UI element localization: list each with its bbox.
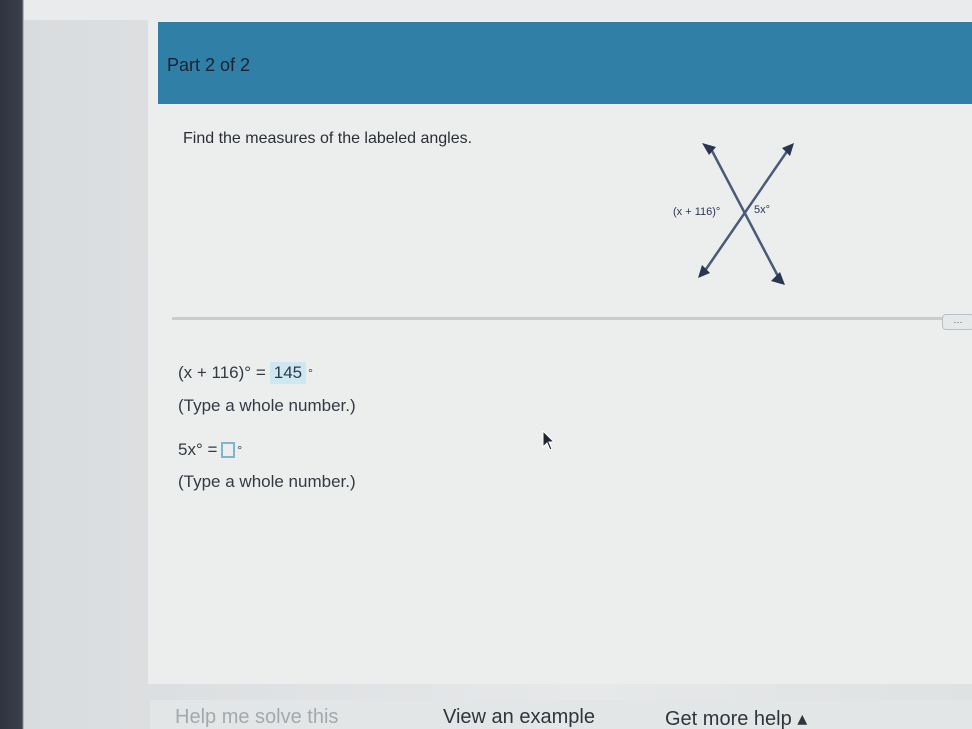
screen: Part 2 of 2 Find the measures of the lab… bbox=[0, 0, 972, 729]
get-more-help-button[interactable]: Get more help ▴ bbox=[665, 706, 807, 729]
degree-symbol-1: ° bbox=[308, 366, 313, 380]
intersecting-lines-figure: (x + 116)° 5x° bbox=[673, 143, 794, 285]
hint-2: (Type a whole number.) bbox=[178, 472, 356, 491]
view-example-link[interactable]: View an example bbox=[443, 706, 595, 729]
hint-1: (Type a whole number.) bbox=[178, 396, 356, 415]
mouse-cursor-icon bbox=[542, 430, 556, 451]
right-angle-label: 5x° bbox=[754, 204, 770, 216]
instructions-text: Find the measures of the labeled angles. bbox=[183, 130, 473, 147]
header-bar bbox=[158, 22, 972, 104]
answer-input-2[interactable] bbox=[221, 442, 236, 458]
left-angle-label: (x + 116)° bbox=[673, 206, 720, 218]
answer-row-1: (x + 116)° = 145 ° bbox=[178, 362, 313, 384]
expression-2: 5x° = bbox=[178, 440, 218, 459]
answer-input-1[interactable]: 145 bbox=[269, 362, 307, 384]
top-strip bbox=[24, 0, 972, 20]
part-label: Part 2 of 2 bbox=[167, 55, 251, 75]
question-panel bbox=[148, 20, 972, 684]
degree-symbol-2: ° bbox=[237, 443, 243, 457]
expression-1: (x + 116)° = bbox=[178, 363, 266, 382]
help-me-solve-link[interactable]: Help me solve this bbox=[175, 706, 338, 729]
answer-row-2: 5x° = ° bbox=[178, 440, 242, 460]
divider bbox=[172, 317, 952, 320]
expand-tab[interactable]: ··· bbox=[942, 314, 972, 330]
